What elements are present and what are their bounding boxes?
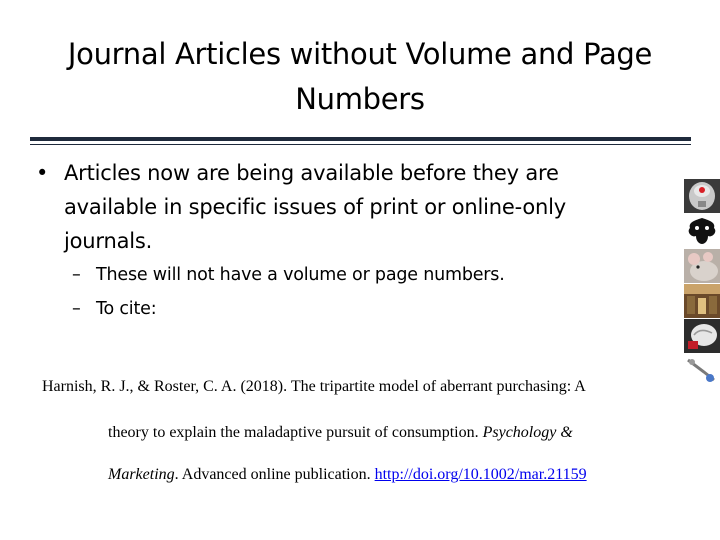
mouse-photo-icon <box>684 249 720 283</box>
journal-name-part1: Psychology & <box>482 424 573 441</box>
citation-line-2: theory to explain the maladaptive pursui… <box>108 424 573 442</box>
bullet-dash: – <box>72 265 81 285</box>
neuron-icon <box>684 354 720 388</box>
doi-link[interactable]: http://doi.org/10.1002/mar.21159 <box>375 466 587 483</box>
bullet-text: These will not have a volume or page num… <box>96 265 505 285</box>
citation-line-1: Harnish, R. J., & Roster, C. A. (2018). … <box>42 378 586 395</box>
bullet-line: Articles now are being available before … <box>64 161 559 185</box>
citation-text: . Advanced online publication. <box>174 466 375 483</box>
bullet-dot: • <box>36 161 49 185</box>
bullet-level1: • Articles now are being available befor… <box>36 156 666 258</box>
bullet-list: • Articles now are being available befor… <box>36 156 666 326</box>
bullet-line: journals. <box>64 229 153 253</box>
slide: Journal Articles without Volume and Page… <box>0 0 720 540</box>
library-photo-icon <box>684 284 720 318</box>
bullet-level2: – To cite: <box>36 292 666 326</box>
brain-model-icon <box>684 319 720 353</box>
bullet-level2: – These will not have a volume or page n… <box>36 258 666 292</box>
citation-text: theory to explain the maladaptive pursui… <box>108 424 483 441</box>
inkblot-icon <box>684 214 720 248</box>
title-divider-thick <box>30 137 691 141</box>
title-divider-thin <box>30 144 691 145</box>
citation-line-3: Marketing. Advanced online publication. … <box>108 466 587 484</box>
bullet-text: To cite: <box>96 299 157 319</box>
bullet-dash: – <box>72 299 81 319</box>
bullet-line: available in specific issues of print or… <box>64 195 566 219</box>
slide-title: Journal Articles without Volume and Page… <box>67 37 653 116</box>
brain-art-icon <box>684 179 720 213</box>
journal-name-part2: Marketing <box>108 466 175 483</box>
decorative-image-strip <box>684 179 720 389</box>
